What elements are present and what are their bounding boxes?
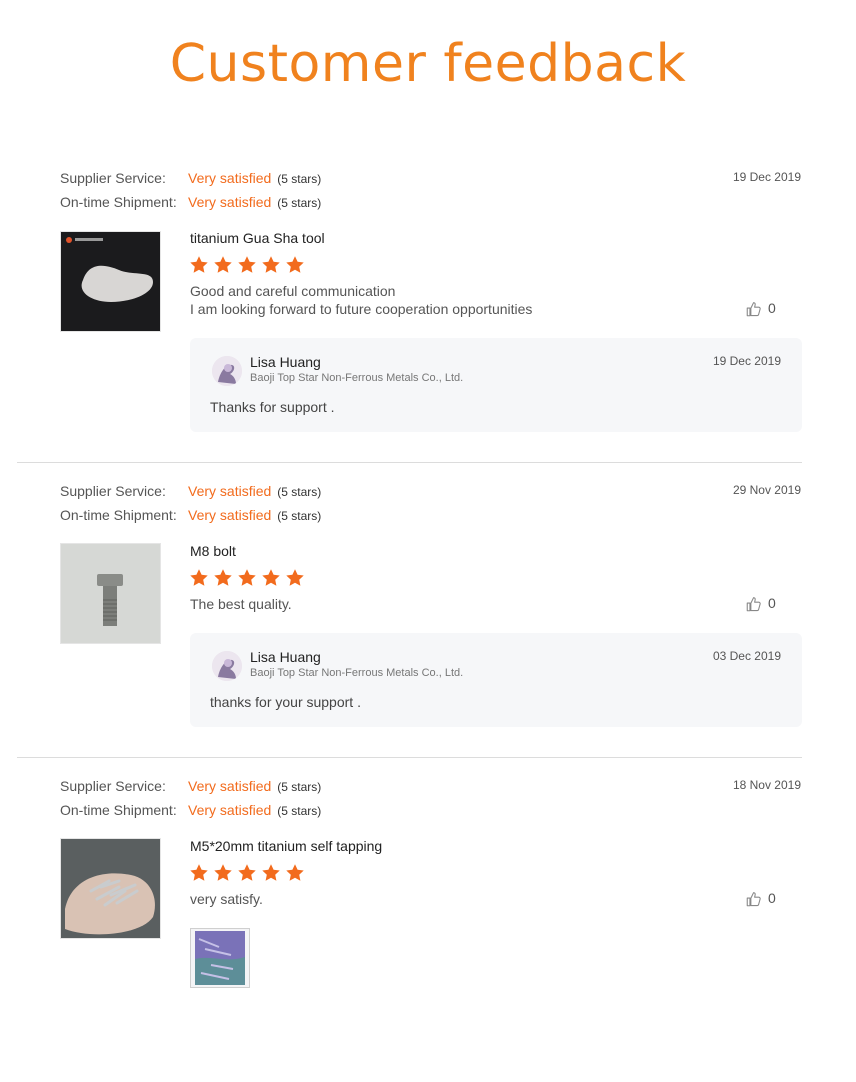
supplier-service-value: Very satisfied [188,483,272,499]
reply-date: 03 Dec 2019 [712,649,781,663]
star-icon [237,255,257,275]
reply-text: thanks for your support . [210,694,361,710]
like-button[interactable]: 0 [745,300,776,318]
comment-line: Good and careful communication [190,283,396,299]
star-rating [189,568,309,588]
star-icon [237,568,257,588]
avatar [212,651,242,681]
reply-author: Lisa Huang [250,354,321,370]
photo-image [191,929,249,987]
page-title: Customer feedback [169,34,687,94]
shipment-label: On-time Shipment: [60,194,177,210]
supplier-service-rating: Supplier Service: Very satisfied (5 stars) [60,481,321,501]
supplier-service-stars: (5 stars) [277,485,322,499]
reply-date: 19 Dec 2019 [712,354,781,368]
star-icon [285,863,305,883]
supplier-service-label: Supplier Service: [60,170,166,186]
star-icon [261,863,281,883]
shipment-rating: On-time Shipment: Very satisfied (5 stars) [60,800,321,820]
like-button[interactable]: 0 [745,595,776,613]
divider [17,757,802,758]
star-icon [189,255,209,275]
review-comment: The best quality. [190,595,292,613]
supplier-service-label: Supplier Service: [60,483,166,499]
shipment-label: On-time Shipment: [60,507,177,523]
shipment-value: Very satisfied [188,194,272,210]
supplier-reply: Lisa Huang Baoji Top Star Non-Ferrous Me… [190,633,802,727]
star-icon [213,568,233,588]
product-name[interactable]: titanium Gua Sha tool [190,230,325,246]
review-comment: Good and careful communication I am look… [190,282,532,318]
star-rating [189,863,309,883]
supplier-service-stars: (5 stars) [277,172,322,186]
star-icon [237,863,257,883]
like-count: 0 [768,890,776,906]
reply-author: Lisa Huang [250,649,321,665]
like-button[interactable]: 0 [745,890,776,908]
divider [17,462,802,463]
star-icon [213,863,233,883]
reply-company: Baoji Top Star Non-Ferrous Metals Co., L… [250,372,464,384]
shipment-stars: (5 stars) [277,196,322,210]
thumbs-up-icon [745,890,763,908]
supplier-service-rating: Supplier Service: Very satisfied (5 stars) [60,168,321,188]
product-thumbnail[interactable] [60,838,161,939]
star-rating [189,255,309,275]
product-thumbnail[interactable] [60,231,161,332]
product-thumbnail[interactable] [60,543,161,644]
shipment-rating: On-time Shipment: Very satisfied (5 stars) [60,192,321,212]
avatar [212,356,242,386]
review-date: 29 Nov 2019 [732,483,801,497]
product-name[interactable]: M5*20mm titanium self tapping [190,838,382,854]
reply-text: Thanks for support . [210,399,335,415]
supplier-service-stars: (5 stars) [277,780,322,794]
supplier-service-rating: Supplier Service: Very satisfied (5 stars) [60,776,321,796]
bolt-image [61,544,160,643]
shipment-stars: (5 stars) [277,509,322,523]
star-icon [285,255,305,275]
product-name[interactable]: M8 bolt [190,543,236,559]
star-icon [261,255,281,275]
supplier-service-value: Very satisfied [188,778,272,794]
star-icon [189,568,209,588]
star-icon [213,255,233,275]
screws-image [61,839,160,938]
comment-line: The best quality. [190,596,292,612]
review-date: 18 Nov 2019 [732,778,801,792]
comment-line: I am looking forward to future cooperati… [190,301,533,317]
review-date: 19 Dec 2019 [732,170,801,184]
shipment-value: Very satisfied [188,507,272,523]
comment-line: very satisfy. [190,891,263,907]
star-icon [261,568,281,588]
supplier-service-value: Very satisfied [188,170,272,186]
shipment-rating: On-time Shipment: Very satisfied (5 stars) [60,505,321,525]
shipment-label: On-time Shipment: [60,802,177,818]
reply-company: Baoji Top Star Non-Ferrous Metals Co., L… [250,667,464,679]
shipment-value: Very satisfied [188,802,272,818]
like-count: 0 [768,300,776,316]
star-icon [285,568,305,588]
thumbs-up-icon [745,595,763,613]
supplier-service-label: Supplier Service: [60,778,166,794]
supplier-reply: Lisa Huang Baoji Top Star Non-Ferrous Me… [190,338,802,432]
review-photo[interactable] [190,928,250,988]
star-icon [189,863,209,883]
thumbs-up-icon [745,300,763,318]
review-comment: very satisfy. [190,890,263,908]
gua-sha-image [66,237,153,302]
shipment-stars: (5 stars) [277,804,322,818]
like-count: 0 [768,595,776,611]
